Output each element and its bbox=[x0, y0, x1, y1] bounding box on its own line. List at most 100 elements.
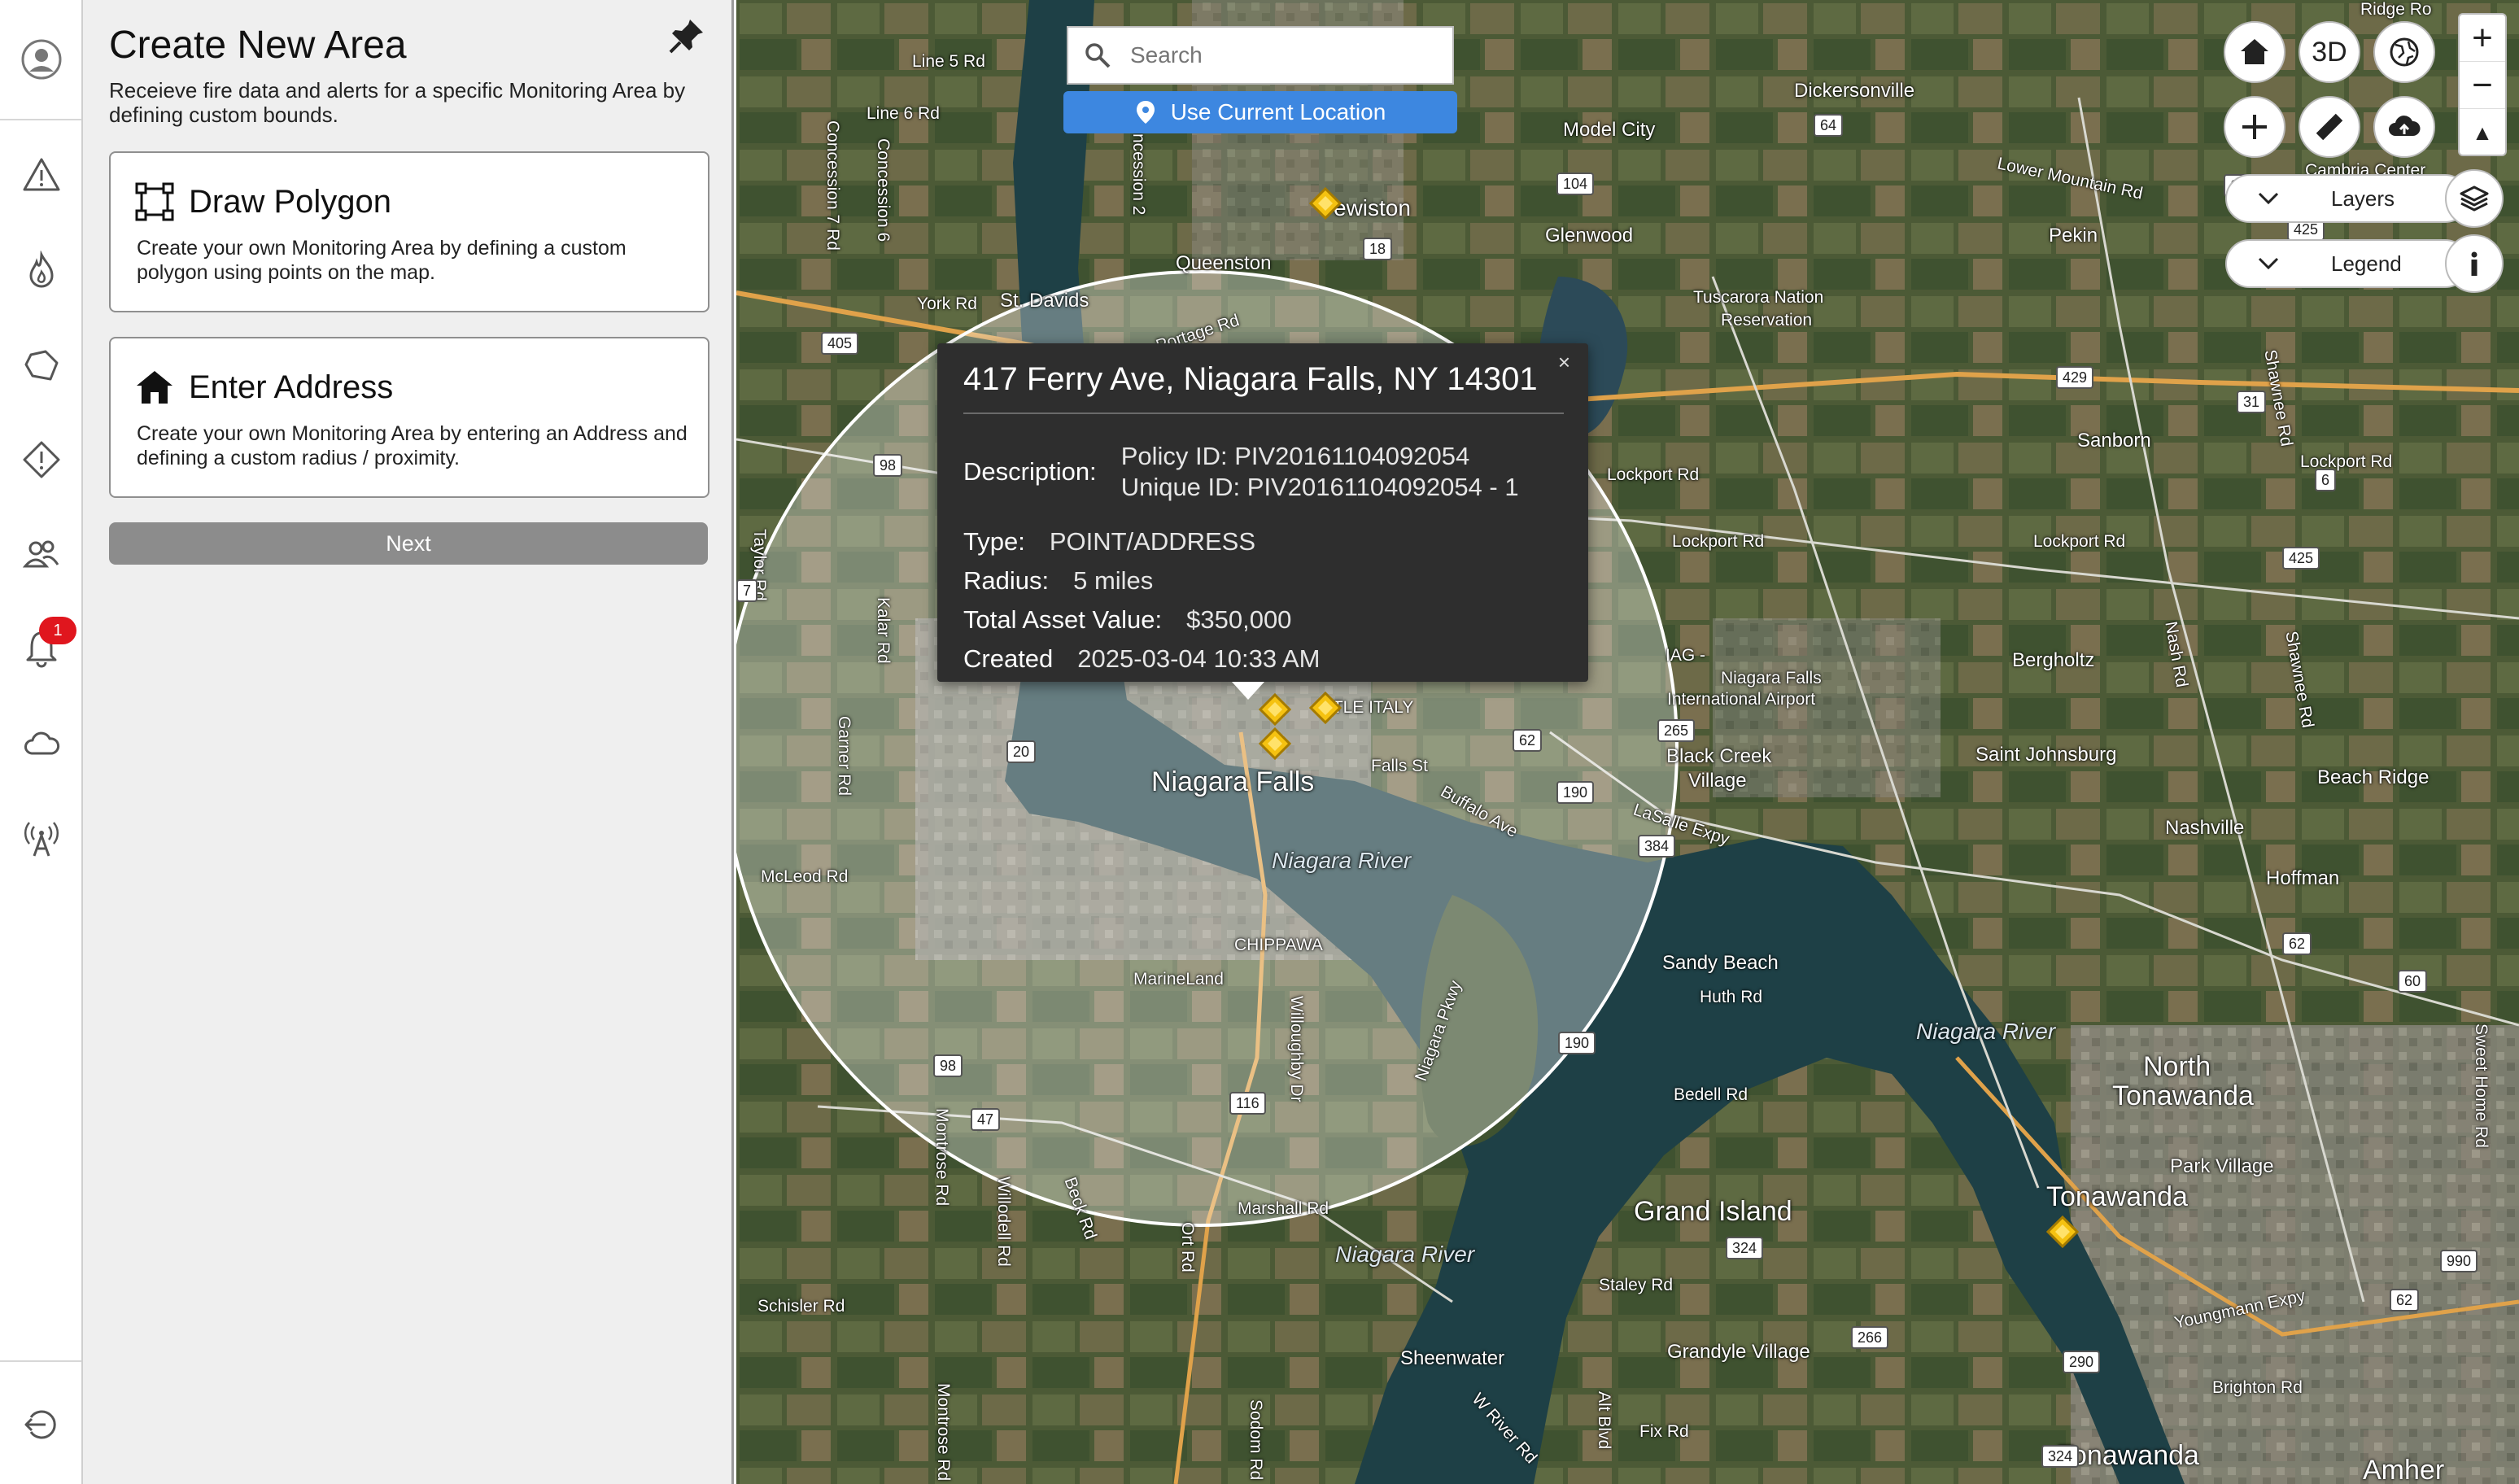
legend-info-button[interactable] bbox=[2445, 234, 2504, 293]
popup-close-button[interactable]: × bbox=[1558, 350, 1570, 375]
popup-key: Radius: bbox=[963, 566, 1050, 595]
map-label-city: Amher bbox=[2363, 1455, 2445, 1484]
popup-value: Unique ID: PIV20161104092054 - 1 bbox=[1120, 473, 1519, 501]
route-shield: 190 bbox=[1556, 781, 1595, 804]
chevron-down-icon bbox=[2258, 257, 2279, 270]
users-group-icon[interactable] bbox=[13, 526, 70, 583]
map-label-road: Staley Rd bbox=[1599, 1276, 1674, 1294]
map-label-road: Alt Blvd bbox=[1595, 1391, 1613, 1450]
map-label-city: Grand Island bbox=[1634, 1196, 1792, 1227]
map-label-town: Bergholtz bbox=[2012, 649, 2095, 671]
map-label-town: ewiston bbox=[1334, 195, 1411, 220]
asset-marker-icon[interactable] bbox=[1259, 727, 1291, 760]
map-label-poi: MarineLand bbox=[1133, 970, 1224, 989]
fire-icon[interactable] bbox=[13, 242, 70, 299]
weather-cloud-icon[interactable] bbox=[13, 716, 70, 773]
polygon-icon bbox=[135, 182, 174, 221]
asset-marker-icon[interactable] bbox=[1309, 692, 1342, 724]
house-icon bbox=[137, 371, 172, 404]
map-label-town: Village bbox=[1688, 770, 1747, 792]
zoom-in-button[interactable]: + bbox=[2460, 15, 2505, 62]
map-label-road: McLeod Rd bbox=[761, 867, 849, 886]
map-label-town: Sandy Beach bbox=[1662, 952, 1779, 974]
route-shield: 20 bbox=[1006, 740, 1037, 763]
map-label-road: Concession 7 Rd bbox=[823, 120, 842, 251]
layers-toggle[interactable]: Layers bbox=[2225, 174, 2469, 223]
map-label-road: Montrose Rd bbox=[932, 1108, 951, 1207]
map-label-road: Line 5 Rd bbox=[912, 52, 985, 71]
map-label-road: Ridge Ro bbox=[2360, 0, 2432, 19]
warning-diamond-icon[interactable] bbox=[13, 431, 70, 488]
home-icon bbox=[2241, 39, 2268, 64]
map-label-road: Willoughby Dr bbox=[1287, 996, 1306, 1102]
draw-polygon-card[interactable]: Draw Polygon Create your own Monitoring … bbox=[109, 151, 709, 312]
route-shield: 60 bbox=[2398, 970, 2428, 993]
legend-toggle[interactable]: Legend bbox=[2225, 239, 2469, 288]
rail-divider bbox=[0, 1360, 81, 1362]
popup-value: Policy ID: PIV20161104092054 bbox=[1120, 442, 1470, 470]
map-label-town: St. Davids bbox=[1000, 290, 1089, 312]
route-shield: 990 bbox=[2440, 1250, 2478, 1272]
layers-icon bbox=[2460, 186, 2489, 212]
add-button[interactable] bbox=[2224, 96, 2285, 158]
popup-description-row: Description: Policy ID: PIV2016110409205… bbox=[963, 441, 1519, 503]
map-label-water: Niagara River bbox=[1335, 1242, 1475, 1267]
area-shape-icon[interactable] bbox=[13, 337, 70, 394]
option-description: Create your own Monitoring Area by enter… bbox=[137, 422, 688, 469]
route-shield: 62 bbox=[2390, 1289, 2420, 1312]
map-label-town: Model City bbox=[1563, 119, 1656, 141]
zoom-out-button[interactable]: − bbox=[2460, 62, 2505, 109]
logout-icon[interactable] bbox=[13, 1396, 70, 1453]
map-label-town: Beach Ridge bbox=[2317, 766, 2430, 788]
asset-marker-icon[interactable] bbox=[1309, 187, 1342, 220]
satellite-map[interactable]: Niagara Falls Niagara River Niagara Rive… bbox=[736, 0, 2519, 1484]
route-shield: 98 bbox=[933, 1054, 963, 1077]
map-label-area: Tuscarora Nation bbox=[1693, 288, 1824, 307]
rail-divider bbox=[0, 119, 81, 120]
measure-button[interactable] bbox=[2299, 96, 2360, 158]
map-label-town: Glenwood bbox=[1545, 225, 1634, 247]
map-label-town: Sheenwater bbox=[1400, 1347, 1505, 1369]
north-arrow-icon[interactable]: ▲ bbox=[2460, 109, 2505, 156]
globe-icon bbox=[2390, 37, 2419, 67]
asset-marker-icon[interactable] bbox=[2046, 1216, 2079, 1248]
radio-tower-icon[interactable] bbox=[13, 810, 70, 867]
next-button[interactable]: Next bbox=[109, 522, 708, 565]
map-label-road: York Rd bbox=[917, 295, 977, 313]
three-d-button[interactable]: 3D bbox=[2299, 21, 2360, 83]
pin-icon[interactable] bbox=[666, 15, 708, 57]
icon-rail: 1 bbox=[0, 0, 83, 1484]
search-box bbox=[1067, 26, 1454, 85]
use-current-location-button[interactable]: Use Current Location bbox=[1063, 91, 1457, 133]
search-input[interactable] bbox=[1130, 42, 1439, 68]
map-label-road: Lockport Rd bbox=[1607, 465, 1700, 484]
map-label-road: ncession 2 bbox=[1129, 133, 1148, 216]
panel-subtitle: Receieve fire data and alerts for a spec… bbox=[109, 78, 686, 127]
route-shield: 64 bbox=[1814, 114, 1844, 137]
alert-triangle-icon[interactable] bbox=[13, 146, 70, 203]
map-label-road: Willodell Rd bbox=[994, 1176, 1013, 1267]
enter-address-card[interactable]: Enter Address Create your own Monitoring… bbox=[109, 337, 709, 498]
route-shield: 98 bbox=[873, 454, 903, 477]
map-label-town: Queenston bbox=[1176, 252, 1272, 274]
profile-avatar-icon[interactable] bbox=[13, 31, 70, 88]
route-shield: 324 bbox=[1726, 1237, 1764, 1259]
map-label-area: CHIPPAWA bbox=[1234, 936, 1323, 954]
route-shield: 18 bbox=[1363, 238, 1393, 260]
popup-title: 417 Ferry Ave, Niagara Falls, NY 14301 bbox=[963, 361, 1538, 397]
popup-type-row: Type: POINT/ADDRESS bbox=[963, 527, 1255, 556]
home-button[interactable] bbox=[2224, 21, 2285, 83]
upload-button[interactable] bbox=[2373, 96, 2435, 158]
search-icon bbox=[1085, 43, 1111, 68]
globe-button[interactable] bbox=[2373, 21, 2435, 83]
map-label-road: Lockport Rd bbox=[1672, 532, 1765, 551]
popup-key: Type: bbox=[963, 527, 1025, 556]
layers-button[interactable] bbox=[2445, 169, 2504, 228]
map-label-road: Sweet Home Rd bbox=[2472, 1024, 2491, 1148]
route-shield: 116 bbox=[1229, 1092, 1266, 1115]
route-shield: 266 bbox=[1851, 1326, 1889, 1349]
popup-key: Total Asset Value: bbox=[963, 605, 1163, 634]
legend-label: Legend bbox=[2331, 251, 2402, 276]
popup-divider bbox=[963, 412, 1564, 414]
route-shield: 7 bbox=[736, 579, 758, 602]
